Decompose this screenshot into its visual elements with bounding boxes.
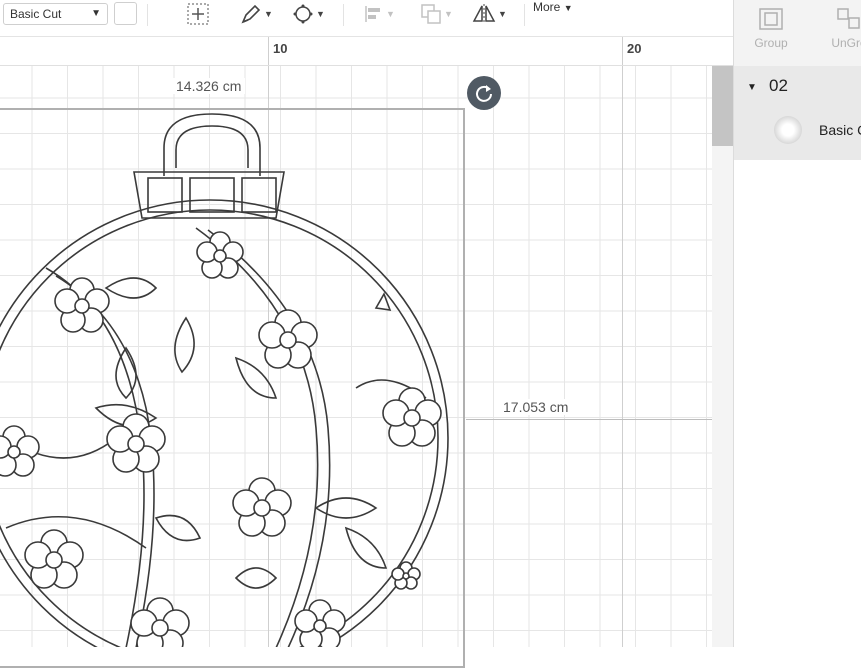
- group-button[interactable]: Group: [736, 8, 806, 50]
- operation-select[interactable]: Basic Cut ▼: [3, 3, 108, 25]
- chevron-down-icon: ▼: [91, 8, 101, 19]
- width-readout: 14.326 cm: [172, 78, 246, 94]
- layer-thumbnail: [774, 116, 802, 144]
- hanger-loop: [163, 113, 261, 176]
- align-icon: [365, 6, 380, 22]
- group-icon: [759, 8, 783, 30]
- flowers: [0, 231, 442, 647]
- top-toolbar: Basic Cut ▼ ▼ ▼ ▼ ▼ ▼ More ▼: [0, 0, 733, 37]
- layer-group[interactable]: ▼ 02 Basic C: [734, 66, 861, 160]
- layers-panel: Group UnGro ▼ 02 Basic C: [733, 0, 861, 647]
- group-label: Group: [754, 36, 788, 50]
- caret-down-icon[interactable]: ▼: [747, 82, 757, 93]
- chevron-down-icon: ▼: [264, 9, 273, 19]
- ruler-label-10: 10: [273, 41, 288, 56]
- flip-icon: [472, 4, 496, 24]
- layer-item-label: Basic C: [819, 122, 861, 138]
- ungroup-icon: [837, 8, 860, 29]
- cap-window: [189, 177, 235, 213]
- leaf: [154, 514, 202, 542]
- more-label: More: [533, 0, 561, 14]
- chevron-down-icon: ▼: [444, 9, 453, 19]
- pen-icon: [241, 4, 261, 24]
- rotate-handle[interactable]: [467, 76, 501, 110]
- horizontal-ruler: 10 20: [0, 37, 733, 66]
- align-button[interactable]: ▼: [364, 3, 395, 25]
- vine: [195, 227, 319, 647]
- offset-icon: [293, 4, 313, 24]
- more-menu-button[interactable]: More ▼: [533, 0, 573, 14]
- rotate-icon: [476, 85, 492, 102]
- color-swatch[interactable]: [114, 2, 137, 25]
- arrange-icon: [421, 4, 441, 24]
- height-dimension-line: [466, 419, 712, 420]
- ungroup-button[interactable]: UnGro: [814, 8, 861, 50]
- pen-tool-button[interactable]: ▼: [240, 3, 273, 25]
- leaf: [344, 526, 388, 569]
- toolbar-divider: [343, 4, 344, 26]
- add-box-button[interactable]: [186, 3, 210, 25]
- arrange-button[interactable]: ▼: [420, 3, 453, 25]
- leaf: [234, 567, 278, 589]
- scrollbar-thumb[interactable]: [712, 66, 733, 146]
- ornament-cap: [133, 171, 285, 219]
- chevron-down-icon: ▼: [498, 9, 507, 19]
- add-box-icon: [187, 3, 209, 25]
- panel-toolbar: Group UnGro: [734, 0, 861, 67]
- ornament-design[interactable]: [0, 108, 468, 647]
- leaf: [104, 277, 158, 299]
- chevron-down-icon: ▼: [386, 9, 395, 19]
- hanger-loop-inner: [175, 125, 249, 168]
- leaf: [174, 316, 195, 374]
- cap-window: [241, 177, 277, 213]
- layer-group-name: 02: [769, 76, 788, 95]
- chevron-down-icon: ▼: [563, 3, 573, 13]
- ruler-major-tick: [268, 37, 269, 65]
- ruler-major-tick: [622, 37, 623, 65]
- flip-button[interactable]: ▼: [472, 3, 507, 25]
- leaf: [314, 497, 378, 519]
- leaf: [115, 346, 137, 400]
- height-readout: 17.053 cm: [499, 399, 573, 415]
- operation-value: Basic Cut: [10, 7, 62, 21]
- vertical-scrollbar[interactable]: [712, 66, 733, 647]
- toolbar-divider: [524, 4, 525, 26]
- toolbar-divider: [147, 4, 148, 26]
- ungroup-label: UnGro: [831, 36, 861, 50]
- ruler-label-20: 20: [627, 41, 642, 56]
- offset-button[interactable]: ▼: [292, 3, 325, 25]
- chevron-down-icon: ▼: [316, 9, 325, 19]
- grid-major-line: [622, 66, 623, 647]
